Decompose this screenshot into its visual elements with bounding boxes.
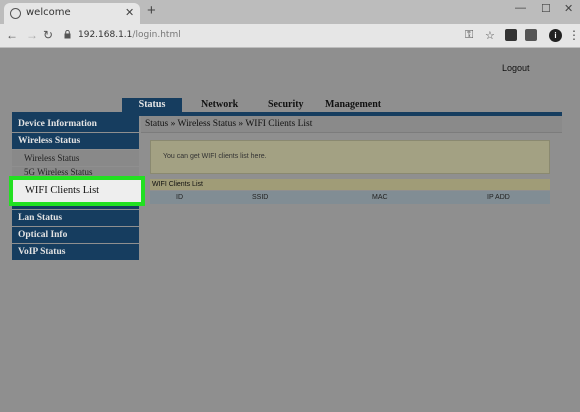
tab-status[interactable]: Status [122,98,182,112]
sidebar-item-device-information[interactable]: Device Information [12,116,139,132]
new-tab-button[interactable]: + [147,3,156,19]
column-header-ssid: SSID [252,194,269,201]
browser-tab[interactable]: welcome ✕ [4,3,140,24]
lock-icon [64,30,71,39]
back-icon[interactable]: ← [6,28,18,42]
sidebar-item-wireless-status[interactable]: Wireless Status [12,133,139,149]
window-close-icon[interactable]: ✕ [564,2,573,15]
sidebar-subitem-wireless-status[interactable]: Wireless Status [12,150,139,166]
table-title: WIFI Clients List [150,179,550,190]
sidebar-item-optical-info[interactable]: Optical Info [12,227,139,243]
extension-icon[interactable] [525,29,537,41]
sidebar-subitem-wifi-clients-list[interactable]: WIFI Clients List [9,176,145,206]
reload-icon[interactable]: ↻ [43,28,53,42]
forward-icon[interactable]: → [26,28,38,42]
tab-security[interactable]: Security [268,98,304,112]
menu-icon[interactable]: ⋮ [568,28,580,42]
profile-avatar[interactable]: i [549,29,562,42]
star-icon[interactable]: ☆ [485,29,495,42]
logout-link[interactable]: Logout [502,63,530,73]
breadcrumb: Status » Wireless Status » WIFI Clients … [141,116,562,133]
column-header-mac: MAC [372,194,388,201]
sidebar-item-lan-status[interactable]: Lan Status [12,210,139,226]
sidebar-item-voip-status[interactable]: VoIP Status [12,244,139,260]
minimize-icon[interactable]: — [515,2,526,14]
extension-icon[interactable] [505,29,517,41]
globe-icon [10,8,21,19]
key-icon[interactable]: ⚿ [465,29,473,42]
main-content: Status » Wireless Status » WIFI Clients … [141,116,562,204]
column-header-ip: IP ADD [487,194,510,201]
maximize-icon[interactable]: ☐ [541,2,551,15]
tab-title: welcome [26,7,71,18]
sidebar-item-label: WIFI Clients List [25,185,100,196]
browser-tab-bar: welcome ✕ + — ☐ ✕ [0,0,580,24]
column-header-id: ID [176,194,183,201]
tab-network[interactable]: Network [201,98,238,112]
close-icon[interactable]: ✕ [125,6,134,19]
address-bar: ← → ↻ 192.168.1.1/login.html ⚿ ☆ i ⋮ [0,24,580,48]
table-header: ID SSID MAC IP ADD [150,191,550,204]
url-field[interactable]: 192.168.1.1/login.html [78,30,181,40]
tab-management[interactable]: Management [325,98,381,112]
top-navigation: Status Network Security Management [122,98,562,112]
info-box: You can get WIFI clients list here. [150,140,550,174]
